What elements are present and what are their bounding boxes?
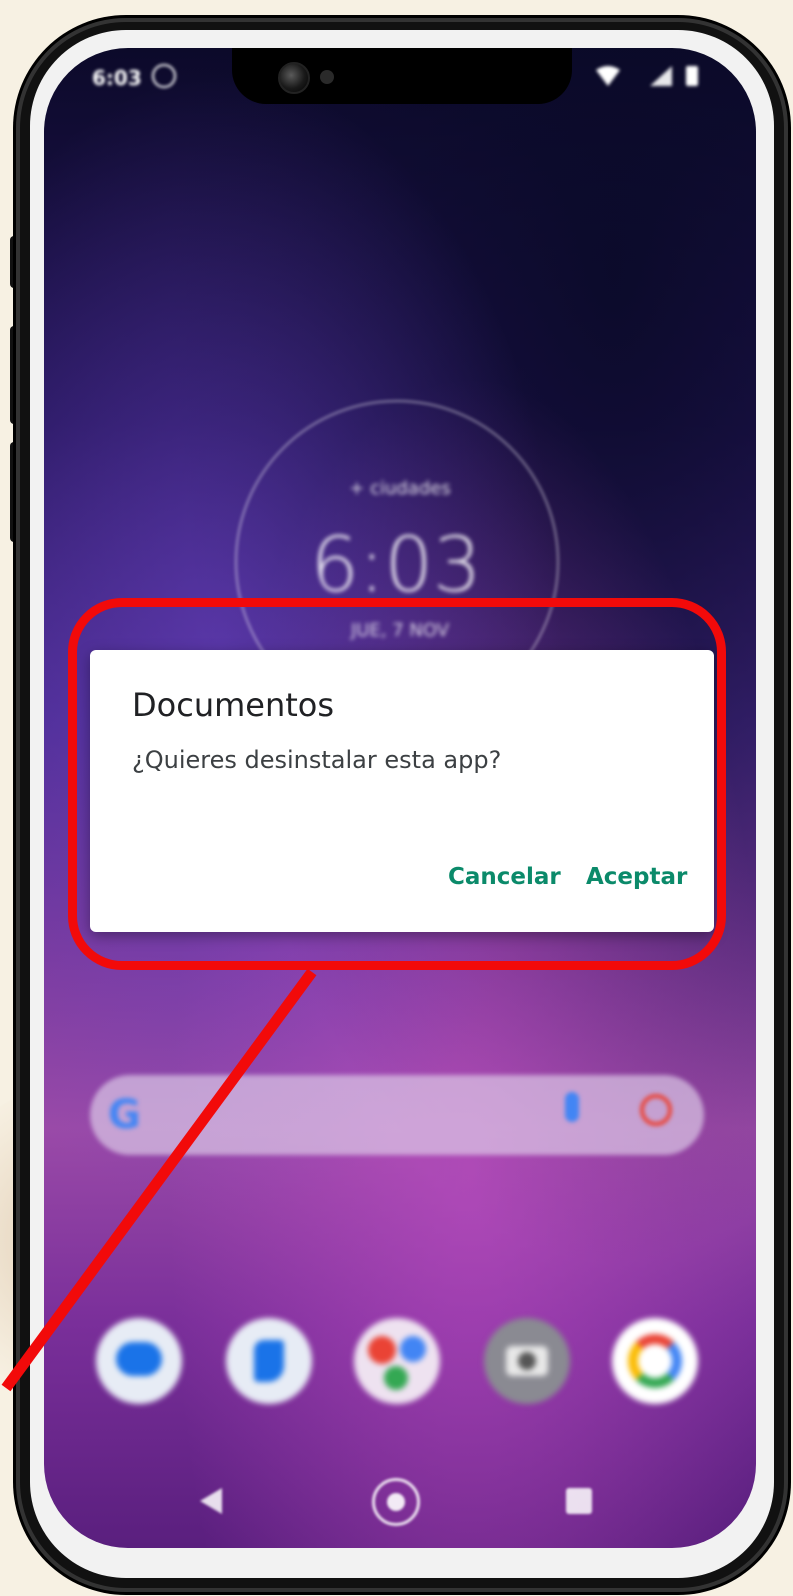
google-search-bar[interactable] [90, 1075, 704, 1155]
phone-icon[interactable] [226, 1318, 312, 1404]
google-g-icon: G [108, 1092, 141, 1138]
front-camera-icon [278, 62, 310, 94]
home-icon[interactable] [372, 1478, 420, 1526]
recents-icon[interactable] [566, 1488, 592, 1514]
chrome-apps-folder-icon[interactable] [354, 1318, 440, 1404]
proximity-sensor-icon [320, 70, 334, 84]
highlight-annotation [68, 598, 726, 970]
back-icon[interactable] [200, 1488, 222, 1514]
google-lens-icon[interactable] [640, 1094, 672, 1126]
clock-widget-time: 6:03 [310, 520, 482, 609]
google-icon[interactable] [612, 1318, 698, 1404]
battery-icon [686, 66, 698, 86]
status-bar-icons [596, 66, 698, 86]
status-bar-time: 6:03 [92, 66, 142, 90]
camera-icon[interactable] [484, 1318, 570, 1404]
clock-widget-subtitle: + ciudades [349, 478, 451, 499]
wifi-icon [596, 66, 620, 86]
tutorial-screenshot: 6:03 + ciudades 6:03 JUE, 7 NOV G Docume… [0, 0, 793, 1596]
microphone-icon[interactable] [565, 1092, 579, 1122]
whatsapp-icon [152, 64, 176, 88]
signal-icon [650, 66, 672, 86]
messages-icon[interactable] [96, 1318, 182, 1404]
